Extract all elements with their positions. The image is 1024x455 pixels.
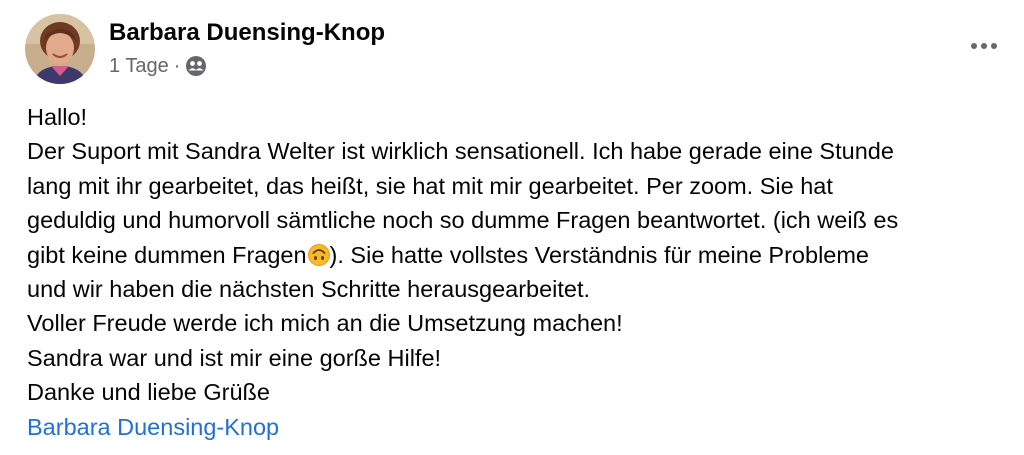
post-header: Barbara Duensing-Knop 1 Tage · (25, 14, 385, 86)
post-line: Danke und liebe Grüße (27, 379, 270, 406)
post-line: Der Suport mit Sandra Welter ist wirklic… (27, 138, 894, 165)
post-line: geduldig und humorvoll sämtliche noch so… (27, 207, 899, 234)
post-line: Hallo! (27, 104, 88, 130)
signature-line: Barbara Duensing-Knop (27, 410, 1012, 444)
post-line: und wir haben die nächsten Schritte hera… (27, 276, 591, 303)
more-options-icon (971, 43, 997, 49)
post-meta: Barbara Duensing-Knop 1 Tage · (109, 14, 385, 80)
post-line: Voller Freude werde ich mich an die Umse… (27, 310, 623, 337)
post-subline: 1 Tage · (109, 52, 385, 80)
post-line: Sandra war und ist mir eine gorße Hilfe! (27, 344, 442, 371)
author-name[interactable]: Barbara Duensing-Knop (109, 18, 385, 48)
facebook-post: Barbara Duensing-Knop 1 Tage · Hallo! De… (0, 0, 1024, 455)
upside-down-face-emoji-icon (307, 241, 330, 266)
friends-icon[interactable] (185, 55, 207, 77)
post-line: lang mit ihr gearbeitet, das heißt, sie … (27, 172, 833, 199)
separator-dot: · (173, 55, 181, 77)
more-options-button[interactable] (962, 26, 1006, 66)
post-timestamp[interactable]: 1 Tage (109, 52, 169, 80)
signature-link[interactable]: Barbara Duensing-Knop (27, 414, 279, 440)
avatar-image (25, 14, 95, 84)
post-line-with-emoji: gibt keine dummen Fragen ). Sie hatte vo… (27, 238, 1012, 272)
avatar[interactable] (25, 14, 95, 84)
post-line-part: ). Sie hatte vollstes Verständnis für me… (329, 241, 870, 268)
post-line-part: gibt keine dummen Fragen (27, 241, 307, 268)
post-text: Hallo! Der Suport mit Sandra Welter ist … (27, 100, 1012, 444)
